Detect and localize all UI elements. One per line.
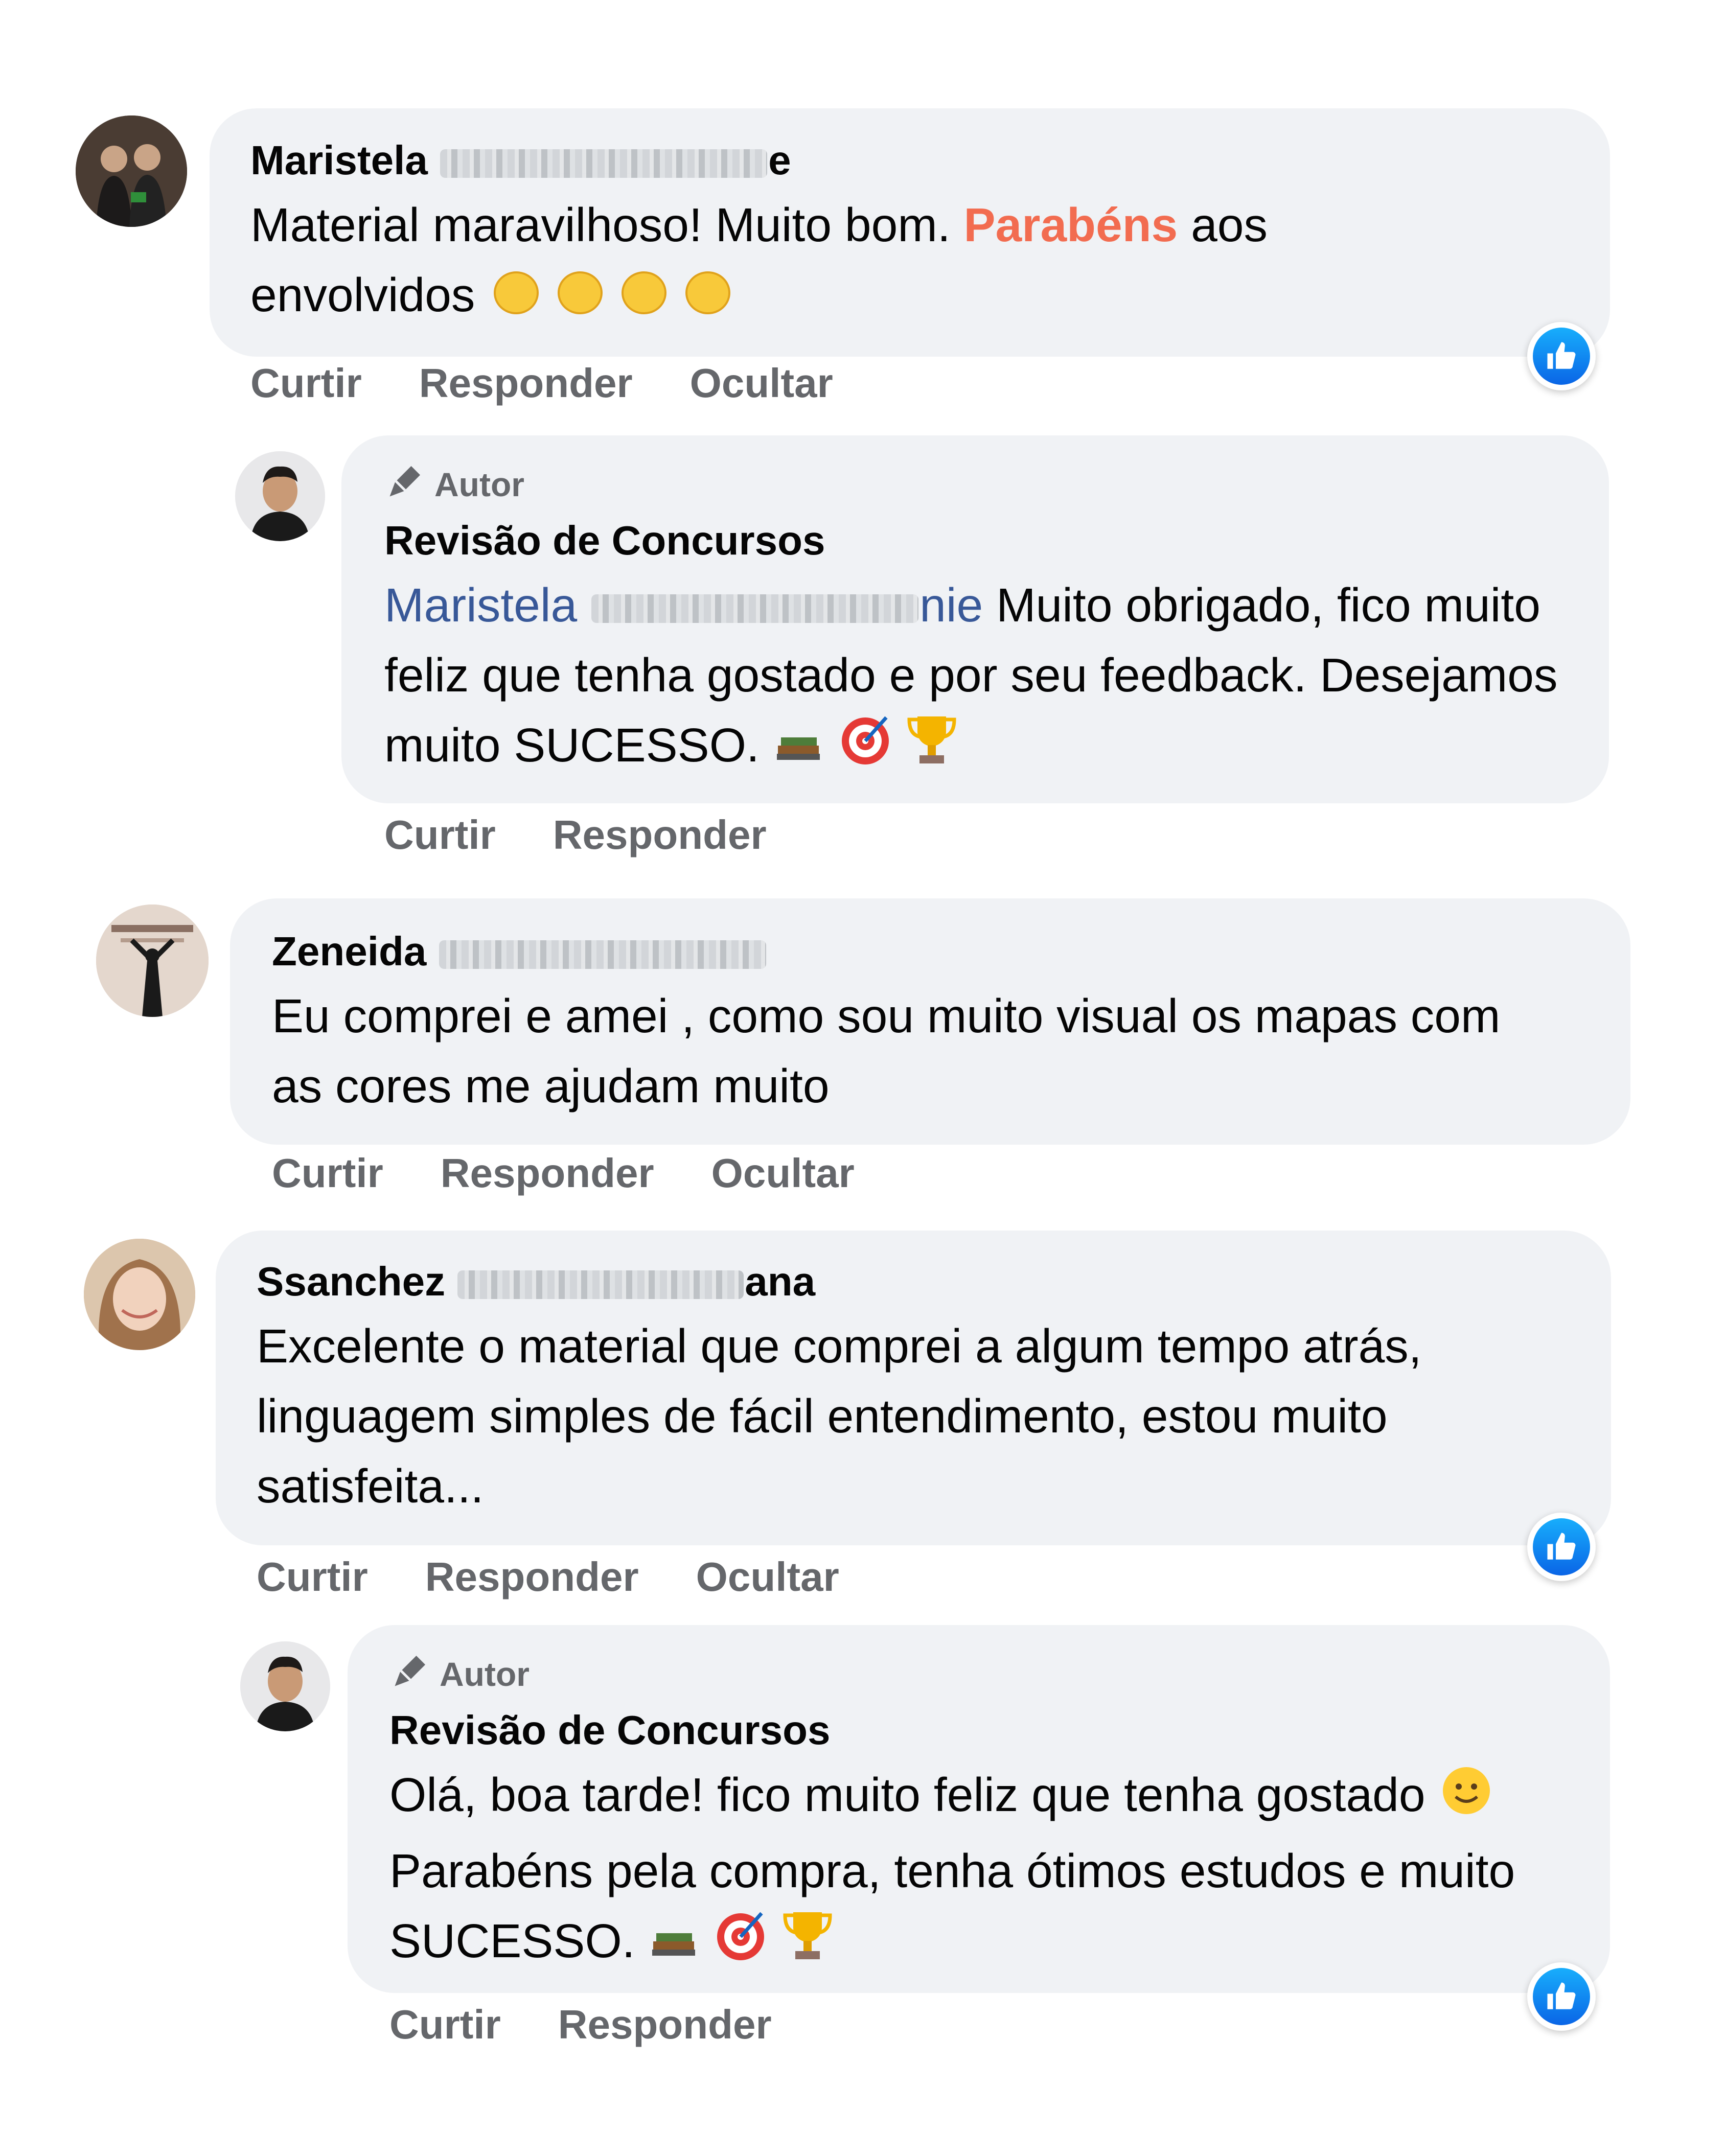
books-icon [773,714,824,784]
mention-link[interactable]: Maristela nie [384,578,983,632]
blurred-name [457,1270,744,1299]
reply-button[interactable]: Responder [425,1554,639,1601]
smiley-icon [1438,1761,1494,1836]
like-button[interactable]: Curtir [389,2001,501,2048]
reply-button[interactable]: Responder [419,360,633,407]
reply-button[interactable]: Responder [441,1150,654,1197]
pen-icon [384,459,427,509]
comment-actions: Curtir Responder Ocultar [250,360,833,407]
books-icon [648,1910,699,1980]
comment-actions: Curtir Responder Ocultar [272,1150,855,1197]
thumbs-up-icon[interactable] [1527,322,1596,390]
like-button[interactable]: Curtir [384,812,496,859]
reply-text: Maristela nie Muito obrigado, fico muito… [384,570,1570,786]
comment-actions: Curtir Responder Ocultar [257,1554,839,1601]
comment-text: Eu comprei e amei , como sou muito visua… [272,989,1501,1112]
reply-text: Olá, boa tarde! fico muito feliz que ten… [389,1760,1575,1982]
reply-button[interactable]: Responder [553,812,767,859]
reply-actions: Curtir Responder [384,812,767,859]
target-icon [712,1907,769,1982]
blurred-name [440,149,768,178]
blurred-name [439,940,766,969]
avatar[interactable] [76,115,187,227]
comment-text: Excelente o material que comprei a algum… [257,1319,1422,1513]
like-button[interactable]: Curtir [250,360,362,407]
target-icon [837,711,893,786]
thumbs-up-icon[interactable] [1527,1962,1596,2031]
like-button[interactable]: Curtir [257,1554,368,1601]
reply-actions: Curtir Responder [389,2001,772,2048]
comment-author[interactable]: Maristela e [250,137,791,184]
comment-author[interactable]: Ssanchez ana [257,1258,815,1305]
avatar[interactable] [235,451,325,541]
reply-button[interactable]: Responder [558,2001,772,2048]
like-button[interactable]: Curtir [272,1150,383,1197]
comment-author[interactable]: Revisão de Concursos [384,517,825,564]
trophy-icon [906,711,957,786]
comment-text: Material maravilhoso! Muito bom. Parabén… [250,190,1487,336]
hide-button[interactable]: Ocultar [711,1150,855,1197]
avatar[interactable] [240,1641,330,1731]
avatar[interactable] [84,1239,195,1350]
trophy-icon [782,1907,833,1982]
clapping-hands-icon [488,261,746,336]
pen-icon [389,1649,432,1699]
author-badge: Autor [384,459,524,509]
comment-author[interactable]: Zeneida [272,928,767,975]
comment-thread: Maristela e Material maravilhoso! Muito … [0,0,1725,2156]
comment-author[interactable]: Revisão de Concursos [389,1707,831,1754]
avatar[interactable] [96,905,209,1017]
thumbs-up-icon[interactable] [1527,1513,1596,1581]
hide-button[interactable]: Ocultar [690,360,833,407]
hide-button[interactable]: Ocultar [696,1554,839,1601]
author-badge: Autor [389,1649,530,1699]
